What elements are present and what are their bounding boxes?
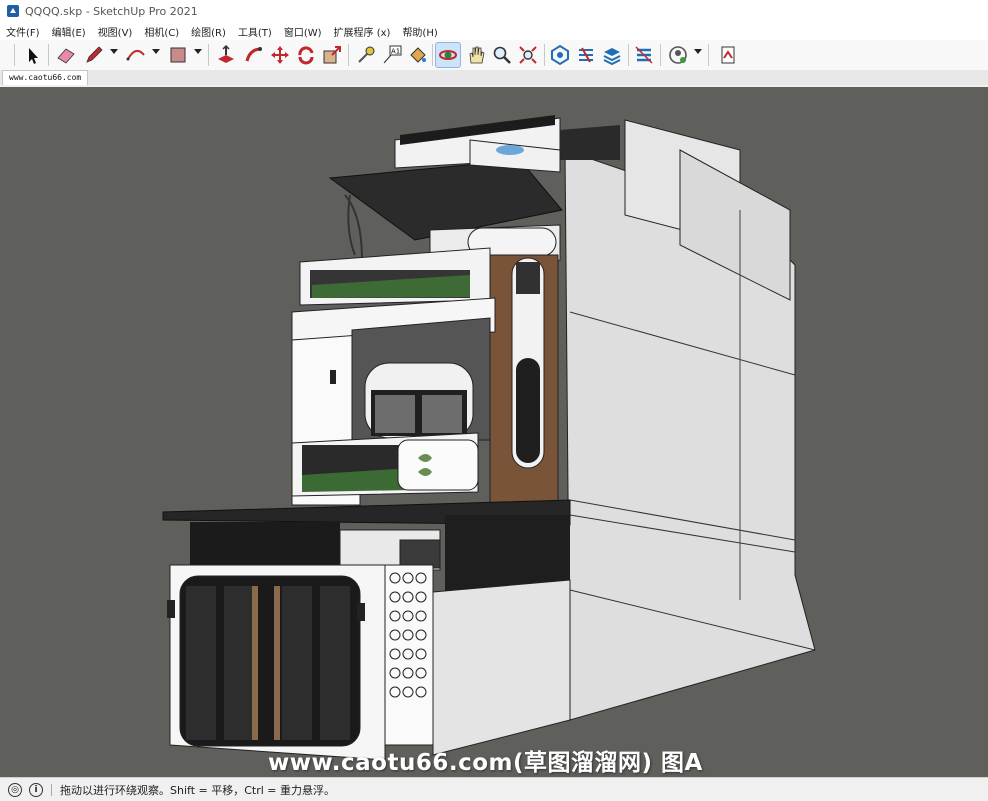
status-divider (51, 783, 52, 796)
toolbar-separator (208, 44, 209, 66)
profile-tool-button[interactable] (666, 43, 690, 67)
move-tool-button[interactable] (268, 43, 292, 67)
pencil-icon (86, 46, 103, 63)
user-profile-icon (669, 46, 687, 64)
toolbar-separator (544, 44, 545, 66)
orbit-tool-button[interactable] (435, 42, 461, 68)
status-hint: 拖动以进行环绕观察。Shift = 平移，Ctrl = 重力悬浮。 (60, 783, 335, 797)
pan-tool-button[interactable] (464, 43, 488, 67)
menu-window[interactable]: 窗口(W) (284, 24, 322, 39)
toolbar-separator (14, 44, 15, 66)
send-layers-icon (635, 46, 653, 64)
menu-view[interactable]: 视图(V) (98, 24, 133, 39)
zoom-extents-tool-button[interactable] (516, 43, 540, 67)
report-icon (721, 46, 735, 64)
rectangle-icon (170, 47, 186, 63)
toolbar-separator (708, 44, 709, 66)
chevron-down-icon[interactable] (152, 49, 160, 54)
rotate-tool-button[interactable] (294, 43, 318, 67)
menu-help[interactable]: 帮助(H) (402, 24, 437, 39)
main-toolbar: A1 (0, 40, 988, 71)
rotate-icon (298, 46, 314, 65)
eraser-tool-button[interactable] (54, 43, 78, 67)
arc-tool-button[interactable] (124, 43, 148, 67)
sketchup-logo-icon (7, 5, 19, 17)
text-label-icon: A1 (383, 45, 402, 64)
geolocation-icon[interactable]: ◎ (8, 782, 22, 797)
status-bar: ◎ i 拖动以进行环绕观察。Shift = 平移，Ctrl = 重力悬浮。 (0, 777, 988, 801)
layout-tool-button[interactable] (600, 43, 624, 67)
scale-tool-button[interactable] (320, 43, 344, 67)
watermark-text: www.caotu66.com(草图溜溜网) 图A (268, 750, 703, 776)
paint-bucket-tool-button[interactable] (406, 43, 430, 67)
orbit-icon (439, 50, 457, 60)
warehouse-tool-button[interactable] (548, 43, 572, 67)
window-title: QQQQ.skp - SketchUp Pro 2021 (25, 4, 198, 18)
title-bar: QQQQ.skp - SketchUp Pro 2021 (0, 0, 988, 22)
toolbar-separator (628, 44, 629, 66)
paint-bucket-icon (410, 47, 426, 63)
chevron-down-icon[interactable] (694, 49, 702, 54)
push-pull-icon (218, 44, 234, 63)
follow-me-tool-button[interactable] (242, 43, 266, 67)
chevron-down-icon[interactable] (194, 49, 202, 54)
menu-bar: 文件(F) 编辑(E) 视图(V) 相机(C) 绘图(R) 工具(T) 窗口(W… (0, 22, 988, 40)
extension-warehouse-tool-button[interactable] (574, 43, 598, 67)
pencil-tool-button[interactable] (82, 43, 106, 67)
menu-draw[interactable]: 绘图(R) (191, 24, 226, 39)
toolbar-separator (432, 44, 433, 66)
zoom-extents-icon (519, 46, 537, 64)
3d-viewport[interactable]: www.caotu66.com(草图溜溜网) 图A (0, 87, 988, 777)
layers-icon (603, 48, 621, 66)
hand-icon (469, 46, 485, 64)
text-tool-button[interactable]: A1 (380, 43, 404, 67)
eraser-icon (57, 48, 75, 64)
menu-edit[interactable]: 编辑(E) (52, 24, 86, 39)
tape-measure-tool-button[interactable] (354, 43, 378, 67)
scene-tab[interactable]: www.caotu66.com (2, 70, 89, 85)
menu-extensions[interactable]: 扩展程序 (x) (334, 24, 391, 39)
info-icon[interactable]: i (29, 782, 43, 797)
menu-file[interactable]: 文件(F) (6, 24, 40, 39)
select-tool-button[interactable] (20, 43, 44, 67)
zoom-tool-button[interactable] (490, 43, 514, 67)
send-to-layout-tool-button[interactable] (632, 43, 656, 67)
extension-warehouse-icon (579, 47, 593, 63)
arrow-cursor-icon (29, 48, 38, 64)
house-model (162, 115, 816, 761)
tape-measure-icon (358, 46, 375, 63)
arc-icon (126, 49, 145, 61)
push-pull-tool-button[interactable] (214, 43, 238, 67)
toolbar-separator (660, 44, 661, 66)
follow-me-icon (245, 47, 262, 62)
scale-icon (323, 46, 341, 64)
magnifier-icon (493, 46, 511, 64)
scene-tab-bar: www.caotu66.com (0, 70, 988, 85)
svg-text:A1: A1 (391, 48, 400, 56)
menu-tools[interactable]: 工具(T) (238, 24, 272, 39)
3d-warehouse-icon (551, 44, 569, 66)
move-arrows-icon (271, 46, 289, 64)
toolbar-separator (348, 44, 349, 66)
chevron-down-icon[interactable] (110, 49, 118, 54)
toolbar-separator (48, 44, 49, 66)
menu-camera[interactable]: 相机(C) (144, 24, 179, 39)
report-tool-button[interactable] (716, 43, 740, 67)
rectangle-tool-button[interactable] (166, 43, 190, 67)
